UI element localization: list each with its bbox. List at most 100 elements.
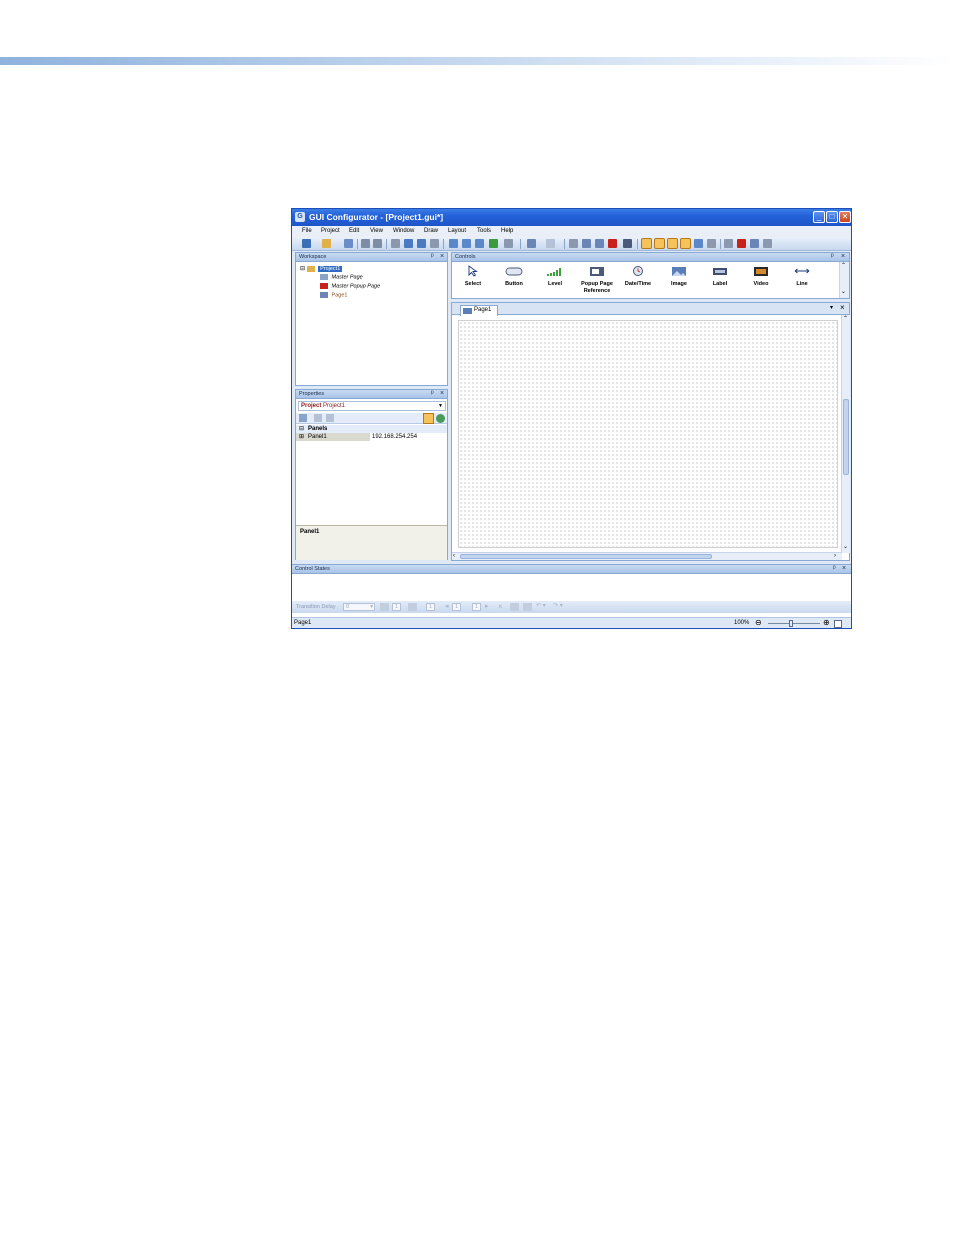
control-popup-page-reference[interactable]: Popup Page Reference xyxy=(576,265,618,295)
controls-scrollbar[interactable]: ⌃ ⌄ xyxy=(839,262,849,298)
scroll-left-icon[interactable]: ‹ xyxy=(453,553,455,559)
zoom-in-icon[interactable]: ⊕ xyxy=(823,618,830,627)
copy-state-icon[interactable] xyxy=(408,603,417,611)
menu-tools[interactable]: Tools xyxy=(477,228,491,234)
new-project-icon[interactable] xyxy=(302,239,311,248)
categorized-icon[interactable] xyxy=(423,413,434,424)
build-icon[interactable] xyxy=(504,239,513,248)
menu-layout[interactable]: Layout xyxy=(448,228,466,234)
grid-icon[interactable] xyxy=(523,603,532,611)
tree-item-master-popup-page[interactable]: Master Popup Page xyxy=(320,283,380,289)
menu-file[interactable]: File xyxy=(302,228,312,234)
property-category[interactable]: ⊟ Panels xyxy=(296,425,447,433)
menu-window[interactable]: Window xyxy=(393,228,414,234)
snap-grid-icon[interactable] xyxy=(641,238,652,249)
maximize-button[interactable]: □ xyxy=(826,211,838,223)
control-label[interactable]: Label xyxy=(700,265,740,288)
panel-icon[interactable] xyxy=(430,239,439,248)
state-count-field[interactable]: 1 xyxy=(392,603,401,611)
control-button[interactable]: Button xyxy=(494,265,534,288)
close-icon[interactable]: × xyxy=(440,390,444,397)
align-icon[interactable] xyxy=(391,239,400,248)
master-page-icon[interactable] xyxy=(475,239,484,248)
scroll-right-icon[interactable]: › xyxy=(834,553,836,559)
control-date-time[interactable]: Date/Time xyxy=(618,265,658,288)
collapse-icon[interactable]: ⊟ xyxy=(299,425,304,433)
canvas-horizontal-scrollbar[interactable]: ‹ › xyxy=(452,552,842,560)
layout-icon[interactable] xyxy=(404,239,413,248)
globe-icon[interactable] xyxy=(436,414,445,423)
add-state-icon[interactable] xyxy=(380,603,389,611)
control-image[interactable]: Image xyxy=(659,265,699,288)
collapse-all-icon[interactable] xyxy=(326,414,334,422)
menu-view[interactable]: View xyxy=(370,228,383,234)
tree-item-master-page[interactable]: Master Page xyxy=(320,274,363,280)
zoom-slider-track[interactable] xyxy=(768,623,820,624)
chevron-down-icon[interactable]: ▼ xyxy=(438,402,443,411)
settings-icon[interactable] xyxy=(763,239,772,248)
show-grid-icon[interactable] xyxy=(654,238,665,249)
canvas-vertical-scrollbar[interactable]: ⌃ ⌄ xyxy=(841,315,850,553)
tab-list-icon[interactable]: ▾ xyxy=(830,304,833,311)
show-guides-icon[interactable] xyxy=(667,238,678,249)
menu-draw[interactable]: Draw xyxy=(424,228,438,234)
grid-icon[interactable] xyxy=(623,239,632,248)
copy-icon[interactable] xyxy=(582,239,591,248)
validate-icon[interactable] xyxy=(489,239,498,248)
close-button[interactable]: ✕ xyxy=(839,211,851,223)
undo-icon[interactable]: ↶ ▾ xyxy=(536,602,546,609)
tab-page1[interactable]: Page1 xyxy=(460,305,498,316)
collapse-icon[interactable]: ⊟ xyxy=(300,266,305,272)
property-row[interactable]: ⊞ Panel1 192.168.254.254 xyxy=(296,433,447,441)
zoom-slider-thumb[interactable] xyxy=(789,620,793,627)
minimize-button[interactable]: _ xyxy=(813,211,825,223)
tree-root[interactable]: ⊟ Project1 xyxy=(300,265,343,272)
expand-icon[interactable]: ⊞ xyxy=(299,433,304,441)
scroll-up-icon[interactable]: ⌃ xyxy=(841,262,846,269)
close-icon[interactable]: × xyxy=(440,253,444,260)
window-icon[interactable] xyxy=(417,239,426,248)
scroll-down-icon[interactable]: ⌄ xyxy=(843,543,848,550)
state-index-field[interactable]: 1 xyxy=(426,603,435,611)
chevron-down-icon[interactable]: ▾ xyxy=(370,604,373,611)
paste-icon[interactable] xyxy=(595,239,604,248)
menu-project[interactable]: Project xyxy=(321,228,340,234)
page-total-field[interactable]: 1 xyxy=(472,603,481,611)
popup-page-icon[interactable] xyxy=(462,239,471,248)
zoom-out-icon[interactable]: ⊖ xyxy=(755,618,762,627)
transition-delay-input[interactable]: 0 ▾ xyxy=(343,603,375,611)
cut-icon[interactable] xyxy=(569,239,578,248)
close-icon[interactable]: × xyxy=(842,565,846,572)
sort-icon[interactable] xyxy=(299,414,307,422)
menu-help[interactable]: Help xyxy=(501,228,513,234)
pin-icon[interactable]: ᵖ xyxy=(431,390,434,397)
control-select[interactable]: Select xyxy=(453,265,493,288)
snap-guides-icon[interactable] xyxy=(680,238,691,249)
menu-edit[interactable]: Edit xyxy=(349,228,359,234)
redo-icon[interactable] xyxy=(546,239,555,248)
scroll-down-icon[interactable]: ⌄ xyxy=(841,288,846,295)
move-icon[interactable] xyxy=(510,603,519,611)
expand-icon[interactable] xyxy=(314,414,322,422)
property-value[interactable]: 192.168.254.254 xyxy=(372,433,417,441)
page-current-field[interactable]: 1 xyxy=(452,603,461,611)
control-level[interactable]: Level xyxy=(535,265,575,288)
control-line[interactable]: Line xyxy=(782,265,822,288)
object-selector[interactable]: Project Project1 ▼ xyxy=(298,401,446,411)
scrollbar-thumb[interactable] xyxy=(843,399,849,475)
pin-icon[interactable]: ᵖ xyxy=(833,565,836,572)
preview-icon[interactable] xyxy=(694,239,703,248)
scrollbar-thumb[interactable] xyxy=(460,554,712,559)
control-video[interactable]: Video xyxy=(741,265,781,288)
open-icon[interactable] xyxy=(322,239,331,248)
close-icon[interactable]: × xyxy=(840,303,845,312)
print-preview-icon[interactable] xyxy=(373,239,382,248)
close-icon[interactable]: × xyxy=(841,253,845,260)
page-canvas[interactable] xyxy=(458,320,838,548)
save-icon[interactable] xyxy=(344,239,353,248)
upload-icon[interactable] xyxy=(750,239,759,248)
previous-icon[interactable]: ◂ xyxy=(445,602,449,610)
pdf-icon[interactable] xyxy=(737,239,746,248)
page-icon[interactable] xyxy=(449,239,458,248)
pin-icon[interactable]: ᵖ xyxy=(831,253,834,260)
